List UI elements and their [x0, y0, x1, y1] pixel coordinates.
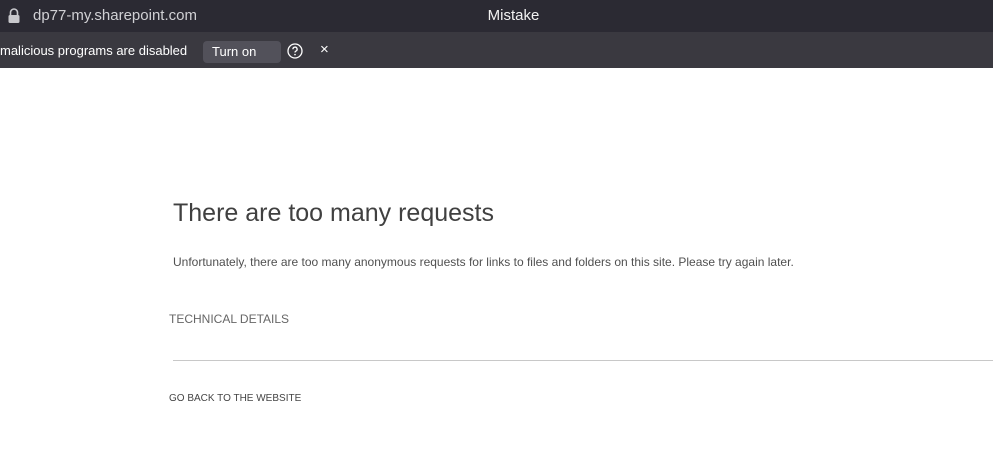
- window-title: Mistake: [487, 7, 540, 24]
- notification-message: malicious programs are disabled: [0, 43, 188, 58]
- close-icon[interactable]: ×: [320, 41, 329, 58]
- browser-titlebar: dp77-my.sharepoint.com Mistake: [0, 0, 993, 32]
- turn-on-button[interactable]: Turn on: [203, 41, 281, 63]
- divider: [173, 360, 993, 361]
- technical-details-toggle[interactable]: TECHNICAL DETAILS: [169, 312, 289, 326]
- error-message: Unfortunately, there are too many anonym…: [173, 255, 794, 269]
- page-title: There are too many requests: [173, 199, 494, 227]
- back-to-website-link[interactable]: GO BACK TO THE WEBSITE: [169, 393, 301, 404]
- notification-bar: malicious programs are disabled Turn on …: [0, 32, 993, 68]
- page-content: There are too many requests Unfortunatel…: [0, 68, 993, 453]
- question-circle-icon[interactable]: [287, 43, 303, 59]
